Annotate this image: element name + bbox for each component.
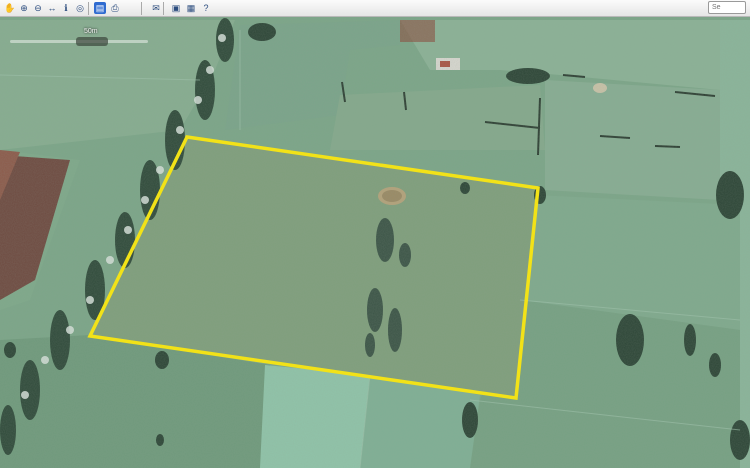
search-input[interactable]	[708, 1, 746, 14]
zoom-in-icon[interactable]: ⊕	[18, 2, 30, 14]
layers-icon[interactable]: ▤	[94, 2, 106, 14]
print-icon[interactable]: ⎙	[109, 2, 121, 14]
export-icon[interactable]: ▦	[185, 2, 197, 14]
pan-hand-icon[interactable]: ✋	[4, 2, 16, 14]
measure-icon[interactable]: ↔	[46, 2, 58, 14]
globe-icon[interactable]: ◎	[74, 2, 86, 14]
zoom-slider[interactable]	[10, 37, 148, 46]
zoom-scale-label: 50m	[84, 28, 98, 35]
save-icon[interactable]: ▣	[170, 2, 182, 14]
zoom-slider-handle[interactable]	[75, 37, 108, 46]
map-toolbar: ✋ ⊕ ⊖ ↔ ℹ ◎ ▤ ⎙ ✉ ▣ ▦?	[0, 0, 750, 17]
identify-icon[interactable]: ℹ	[60, 2, 72, 14]
toolbar-separator	[141, 2, 142, 15]
email-icon[interactable]: ✉	[150, 2, 162, 14]
zoom-out-icon[interactable]: ⊖	[32, 2, 44, 14]
toolbar-separator	[88, 2, 89, 15]
aerial-map[interactable]	[0, 0, 750, 468]
toolbar-separator	[163, 2, 164, 15]
help-icon[interactable]: ?	[200, 2, 212, 14]
